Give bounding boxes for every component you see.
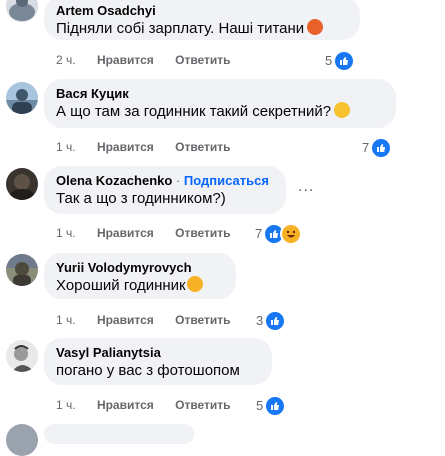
comment-actions: 1 ч. Нравится Ответить [56, 397, 249, 413]
avatar[interactable] [6, 168, 38, 200]
comment-author[interactable]: Vasyl Palianytsia [56, 345, 260, 361]
comment-bubble: Vasyl Palianytsia погано у вас з фотошоп… [44, 338, 272, 385]
comment-text: А що там за годинник такий секретний? [56, 103, 332, 120]
comment-bubble: Olena Kozachenko · Подписаться Так а що … [44, 166, 286, 214]
thinking-face-icon [334, 102, 351, 118]
comment-bubble: Вася Куцик А що там за годинник такий се… [44, 79, 396, 128]
avatar[interactable] [6, 0, 38, 22]
comment-time[interactable]: 1 ч. [56, 226, 76, 240]
reaction-count[interactable]: 7 [362, 137, 393, 159]
reaction-number: 7 [362, 140, 370, 155]
like-button[interactable]: Нравится [97, 226, 154, 240]
comment-bubble: Artem Osadchyi Підняли собі зарплату. На… [44, 0, 360, 40]
comment-time[interactable]: 1 ч. [56, 140, 76, 154]
avatar[interactable] [6, 340, 38, 372]
like-button[interactable]: Нравится [97, 140, 154, 154]
like-button[interactable]: Нравится [97, 398, 154, 412]
angry-face-icon [307, 19, 324, 35]
comment-author[interactable]: Вася Куцик [56, 86, 384, 102]
comment-actions: 2 ч. Нравится Ответить [56, 52, 249, 68]
comment-author[interactable]: Artem Osadchyi [56, 3, 348, 19]
reply-button[interactable]: Ответить [175, 53, 230, 67]
comment-author[interactable]: Olena Kozachenko [56, 173, 172, 188]
comment-time[interactable]: 1 ч. [56, 313, 76, 327]
comment-time[interactable]: 2 ч. [56, 53, 76, 67]
like-icon [264, 395, 287, 417]
comment-actions: 1 ч. Нравится Ответить [56, 312, 249, 328]
like-icon [264, 310, 287, 332]
reaction-count[interactable]: 5 [256, 395, 287, 417]
reaction-number: 3 [256, 313, 264, 328]
reply-button[interactable]: Ответить [175, 398, 230, 412]
reply-button[interactable]: Ответить [175, 313, 230, 327]
reaction-count[interactable]: 5 [325, 50, 356, 72]
reaction-number: 5 [256, 398, 264, 413]
comment-text: Так а що з годинником?) [56, 190, 226, 207]
comment-text: Хороший годинник [56, 277, 186, 294]
like-icon [370, 137, 393, 159]
reply-button[interactable]: Ответить [175, 140, 230, 154]
like-button[interactable]: Нравится [97, 53, 154, 67]
comment-text: Підняли собі зарплату. Наші титани [56, 20, 305, 37]
comment-actions: 1 ч. Нравится Ответить [56, 139, 249, 155]
follow-button[interactable]: Подписаться [184, 173, 269, 188]
comment-time[interactable]: 1 ч. [56, 398, 76, 412]
reaction-number: 7 [255, 226, 263, 241]
reaction-count[interactable]: 7 [255, 223, 303, 245]
laughing-face-icon [186, 276, 203, 292]
more-options-button[interactable]: ... [298, 178, 314, 196]
like-button[interactable]: Нравится [97, 313, 154, 327]
haha-reaction-icon [280, 223, 303, 245]
reaction-number: 5 [325, 53, 333, 68]
like-icon [333, 50, 356, 72]
reply-button[interactable]: Ответить [175, 226, 230, 240]
avatar[interactable] [6, 254, 38, 286]
avatar[interactable] [6, 82, 38, 114]
comment-text: погано у вас з фотошопом [56, 362, 240, 379]
next-comment-bubble [44, 424, 194, 444]
comment-actions: 1 ч. Нравится Ответить [56, 225, 249, 241]
comment-bubble: Yurii Volodymyrovych Хороший годинник [44, 253, 236, 299]
comment-author[interactable]: Yurii Volodymyrovych [56, 260, 224, 276]
reaction-count[interactable]: 3 [256, 310, 287, 332]
separator-dot: · [175, 173, 181, 188]
